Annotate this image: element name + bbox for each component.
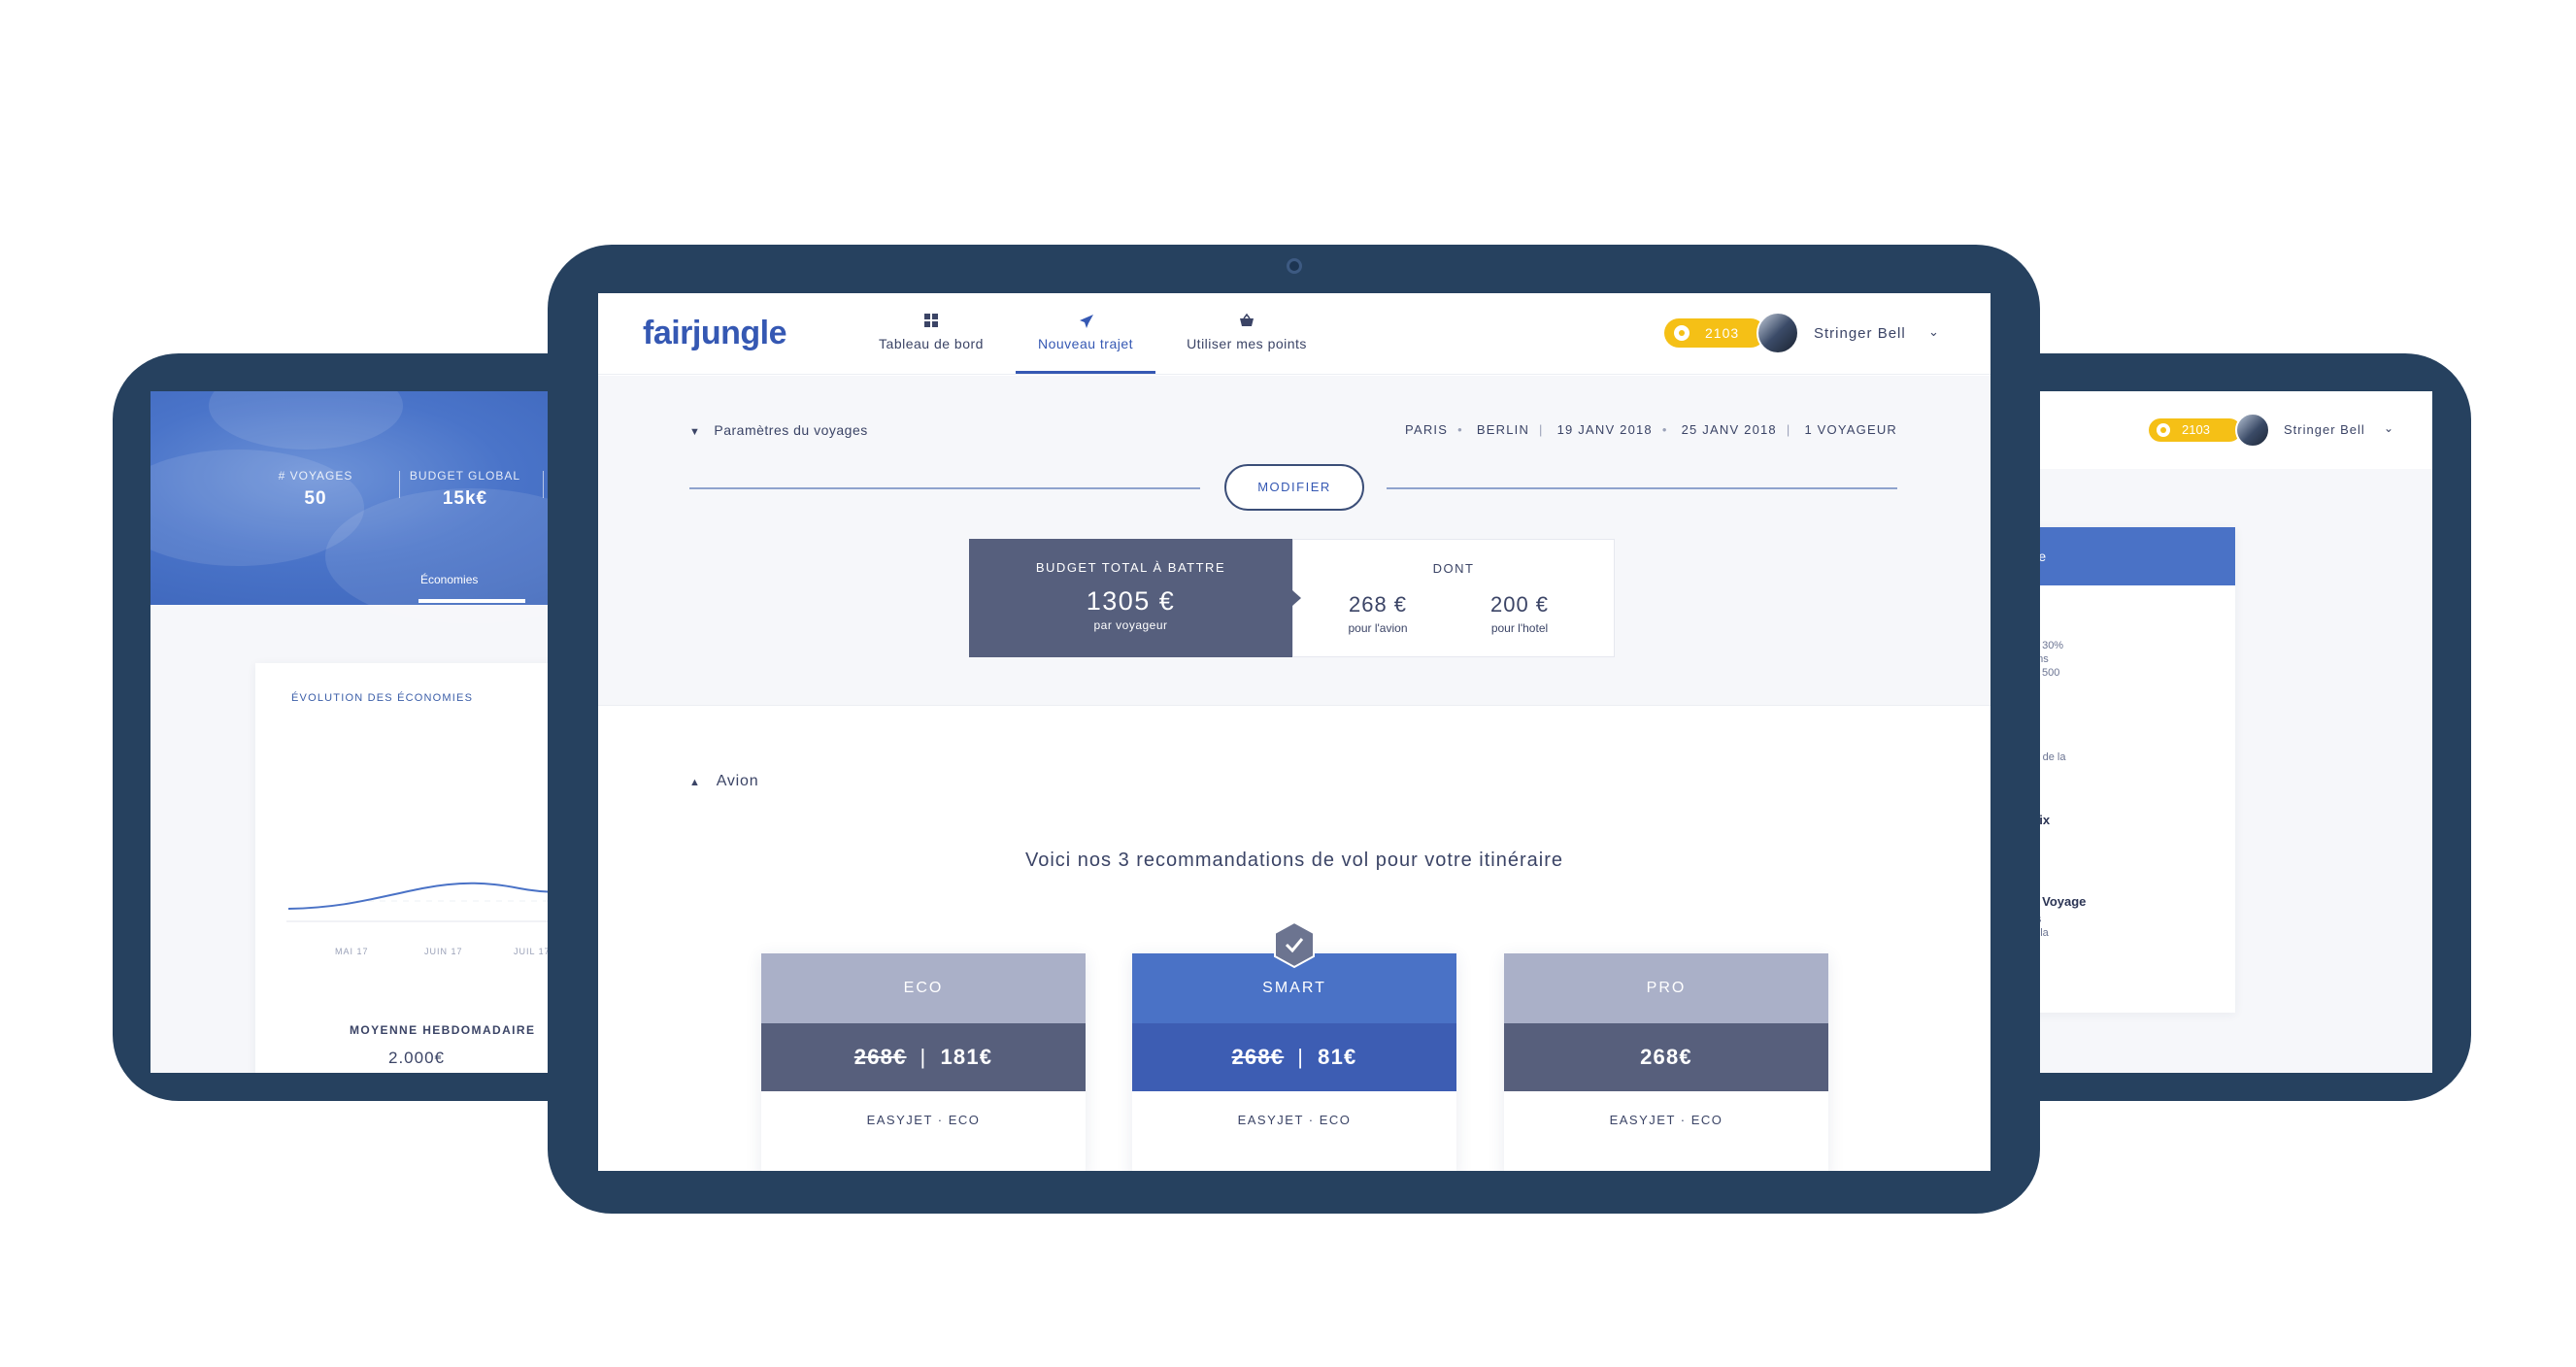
trip-destination: BERLIN [1476, 422, 1530, 437]
flight-new-price: 268€ [1640, 1045, 1692, 1069]
app-header: fairjungle Tableau de bord Nouveau traje… [598, 293, 1991, 375]
budget-plane: 268 € pour l'avion [1315, 592, 1441, 635]
stat-budget-label: BUDGET GLOBAL [409, 469, 521, 483]
trip-separator: • [1661, 422, 1668, 437]
stat-voyages-label: # VOYAGES [278, 469, 353, 483]
budget-hotel-value: 200 € [1489, 592, 1550, 617]
budget-plane-value: 268 € [1348, 592, 1408, 617]
flight-old-price: 268€ [1231, 1045, 1285, 1069]
avatar[interactable] [2235, 413, 2270, 448]
plane-icon [1078, 313, 1093, 328]
tab-economies[interactable]: Économies [420, 573, 478, 586]
budget-total-sub: par voyageur [1093, 618, 1168, 632]
weekly-average-value: 2.000€ [388, 1049, 445, 1067]
nav-label: Nouveau trajet [1037, 336, 1134, 351]
points-value: 2103 [2182, 422, 2210, 437]
nav-utiliser-mes-points[interactable]: Utiliser mes points [1169, 293, 1324, 375]
divider-line [1387, 487, 1897, 489]
flight-card-price: 268€ [1504, 1023, 1828, 1091]
chevron-down-icon[interactable]: ⌄ [2384, 421, 2393, 435]
price-separator: | [920, 1045, 927, 1069]
trip-date-end: 25 JANV 2018 [1681, 422, 1777, 437]
user-name[interactable]: Stringer Bell [2284, 422, 2365, 437]
flight-section-toggle[interactable]: ▲ Avion [689, 773, 758, 790]
weekly-average-label: MOYENNE HEBDOMADAIRE [350, 1023, 536, 1037]
chevron-up-icon: ▲ [689, 777, 701, 788]
flight-new-price: 181€ [940, 1045, 993, 1069]
trip-date-start: 19 JANV 2018 [1556, 422, 1653, 437]
stat-divider [399, 471, 400, 498]
chart-month-label: JUIN 17 [424, 947, 463, 956]
nav-nouveau-trajet[interactable]: Nouveau trajet [1016, 293, 1155, 375]
stat-divider [543, 471, 544, 498]
flight-card-tier: PRO [1504, 953, 1828, 1023]
modify-button[interactable]: MODIFIER [1224, 464, 1364, 511]
check-badge-icon [1274, 920, 1315, 969]
flight-company: EASYJET · ECO [1237, 1113, 1352, 1127]
points-badge[interactable]: 2103 [1664, 318, 1765, 348]
stat-budget-value: 15k€ [442, 488, 488, 509]
flight-card-price: 268€ | 81€ [1132, 1023, 1456, 1091]
stat-voyages-value: 50 [304, 488, 327, 509]
flight-card-eco[interactable]: ECO 268€ | 181€ EASYJET · ECO [761, 953, 1086, 1171]
user-name[interactable]: Stringer Bell [1814, 325, 1906, 342]
points-badge[interactable]: 2103 [2149, 418, 2241, 442]
flight-card-smart[interactable]: SMART 268€ | 81€ EASYJET · ECO [1132, 953, 1456, 1171]
flight-section-label: Avion [716, 773, 759, 789]
stat-voyages: # VOYAGES 50 [267, 469, 364, 510]
trip-parameters-toggle[interactable]: ▼ Paramètres du voyages [689, 422, 868, 438]
price-separator: | [1297, 1045, 1305, 1069]
flight-old-price: 268€ [853, 1045, 907, 1069]
fairjungle-logo[interactable]: fairjungle [643, 315, 787, 352]
main-laptop-screen: fairjungle Tableau de bord Nouveau traje… [598, 293, 1991, 1171]
trip-origin: PARIS [1405, 422, 1449, 437]
trip-separator: | [1539, 422, 1544, 437]
tab-economies-underline [418, 599, 525, 603]
left-tablet-screen: # VOYAGES 50 BUDGET GLOBAL 15k€ Économie… [151, 391, 617, 1073]
savings-chart-title: ÉVOLUTION DES ÉCONOMIES [291, 692, 474, 704]
flight-new-price: 81€ [1318, 1045, 1357, 1069]
budget-plane-label: pour l'avion [1348, 621, 1408, 635]
budget-total-box: BUDGET TOTAL À BATTRE 1305 € par voyageu… [969, 539, 1292, 657]
trip-parameters-label: Paramètres du voyages [714, 422, 868, 438]
budget-total-label: BUDGET TOTAL À BATTRE [1035, 560, 1226, 575]
budget-breakdown-label: DONT [1432, 561, 1475, 576]
chart-month-label: JUIL 17 [514, 947, 551, 956]
nav-label: Tableau de bord [879, 336, 984, 351]
recommendations-title: Voici nos 3 recommandations de vol pour … [1024, 850, 1564, 871]
chevron-down-icon[interactable]: ⌄ [1928, 324, 1939, 340]
stat-budget: BUDGET GLOBAL 15k€ [405, 469, 525, 510]
trip-separator: • [1457, 422, 1463, 437]
points-value: 2103 [1705, 325, 1740, 341]
nav-active-underline [1016, 371, 1155, 374]
dashboard-hero: # VOYAGES 50 BUDGET GLOBAL 15k€ Économie… [151, 391, 617, 624]
budget-breakdown-box: DONT 268 € pour l'avion 200 € pour l'hot… [1292, 539, 1615, 657]
coin-icon [2157, 423, 2170, 437]
grid-icon [923, 313, 939, 328]
budget-hotel: 200 € pour l'hotel [1456, 592, 1583, 635]
chevron-down-icon: ▼ [689, 426, 701, 438]
flight-company: EASYJET · ECO [1609, 1113, 1723, 1127]
flight-card-tier: ECO [761, 953, 1086, 1023]
flight-card-price: 268€ | 181€ [761, 1023, 1086, 1091]
nav-label: Utiliser mes points [1187, 336, 1307, 351]
coin-icon [1674, 325, 1689, 341]
nav-tableau-de-bord[interactable]: Tableau de bord [860, 293, 1002, 375]
camera-icon [1287, 258, 1302, 274]
budget-total-value: 1305 € [1086, 586, 1176, 616]
flight-card-pro[interactable]: PRO 268€ EASYJET · ECO [1504, 953, 1828, 1171]
trip-summary: PARIS • BERLIN | 19 JANV 2018 • 25 JANV 2018 | 1… [1401, 422, 1897, 437]
budget-hotel-label: pour l'hotel [1490, 621, 1549, 635]
budget-arrow [1292, 590, 1301, 606]
basket-icon [1239, 313, 1255, 328]
divider-line [689, 487, 1200, 489]
trip-separator: | [1786, 422, 1791, 437]
chart-month-label: MAI 17 [335, 947, 369, 956]
trip-travelers: 1 VOYAGEUR [1804, 422, 1897, 437]
flight-company: EASYJET · ECO [866, 1113, 981, 1127]
avatar[interactable] [1756, 312, 1799, 354]
